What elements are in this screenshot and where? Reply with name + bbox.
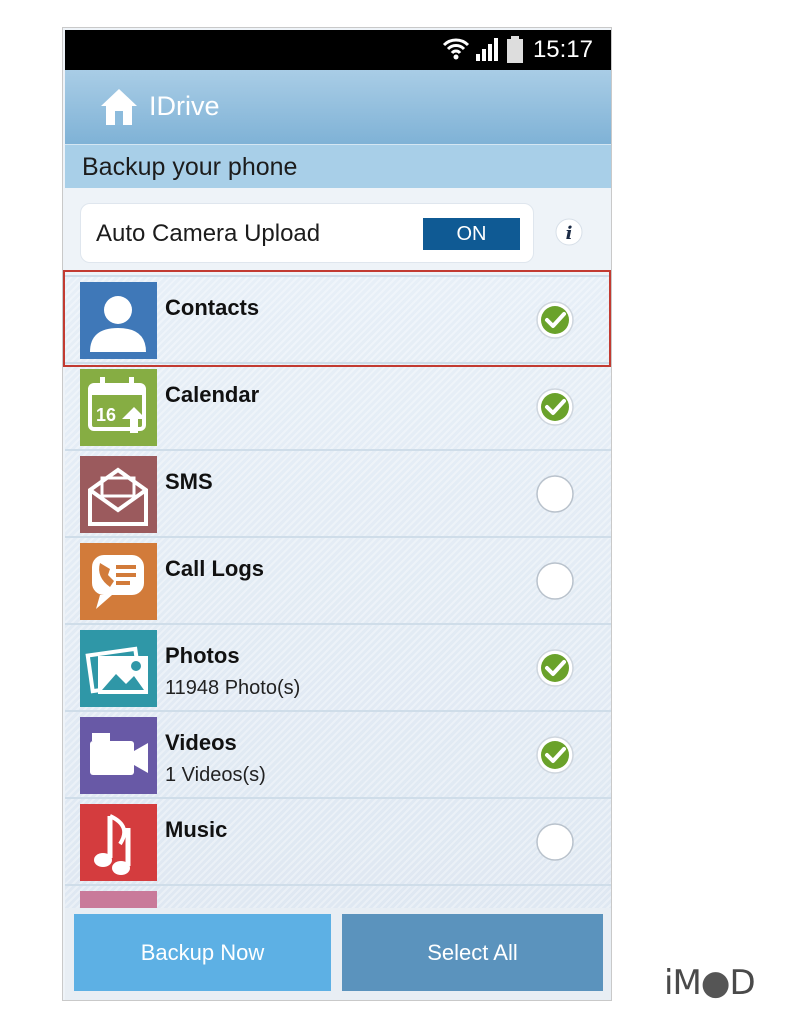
backup-row-calendar[interactable]: 16 Calendar [65,362,611,449]
backup-row-title: Call Logs [165,556,265,581]
checkmark-checked-icon[interactable] [535,300,575,345]
backup-row-contacts[interactable]: Contacts [65,275,611,362]
auto-camera-upload-label: Auto Camera Upload [96,220,321,247]
backup-row-title: Videos [165,730,237,755]
auto-camera-upload-toggle[interactable]: ON [423,218,520,250]
auto-camera-upload-row: Auto Camera Upload ON [80,203,534,263]
svg-text:i: i [566,223,573,244]
battery-icon [507,36,523,63]
select-all-button[interactable]: Select All [342,914,603,991]
backup-now-button[interactable]: Backup Now [74,914,331,991]
watermark-text-end: D [729,963,755,1003]
backup-category-list: Contacts 16 Calendar SMS Call Logs Photos 1194… [65,275,611,915]
imod-watermark-logo: iM●D [664,963,756,1003]
backup-row-title: Calendar [165,382,260,407]
backup-row-title: Music [165,817,228,842]
backup-row-sms[interactable]: SMS [65,449,611,536]
backup-row-call-logs[interactable]: Call Logs [65,536,611,623]
photos-icon [80,630,157,707]
checkmark-unchecked-icon[interactable] [535,474,575,519]
checkmark-unchecked-icon[interactable] [535,822,575,867]
music-icon [80,804,157,881]
phone-screen: 15:17 IDrive Backup your phone Auto Came… [62,27,612,1001]
wifi-icon [442,38,470,60]
app-title: IDrive [149,91,220,121]
checkmark-checked-icon[interactable] [535,387,575,432]
call-logs-icon [80,543,157,620]
watermark-text-start: iM [664,963,702,1003]
section-header: Backup your phone [65,144,611,188]
status-bar: 15:17 [65,30,611,70]
status-time: 15:17 [532,36,593,63]
backup-row-count: 1 Videos(s) [165,764,266,786]
checkmark-checked-icon[interactable] [535,735,575,780]
videos-icon [80,717,157,794]
backup-row-title: Photos [165,643,240,668]
checkmark-checked-icon[interactable] [535,648,575,693]
calendar-icon: 16 [80,369,157,446]
backup-row-videos[interactable]: Videos 1 Videos(s) [65,710,611,797]
checkmark-unchecked-icon[interactable] [535,561,575,606]
backup-row-count: 11948 Photo(s) [165,677,301,699]
info-icon[interactable]: i [555,218,583,246]
signal-icon [476,38,498,61]
contacts-icon [80,282,157,359]
sms-icon [80,456,157,533]
home-icon[interactable] [99,87,139,127]
app-bar: IDrive [65,70,611,144]
backup-row-title: SMS [165,469,213,494]
section-title: Backup your phone [82,153,298,181]
bottom-action-bar: Backup Now Select All [65,908,611,1000]
backup-row-photos[interactable]: Photos 11948 Photo(s) [65,623,611,710]
svg-text:16: 16 [96,405,116,425]
backup-row-music[interactable]: Music [65,797,611,884]
backup-row-title: Contacts [165,295,260,320]
apple-logo-icon: ● [700,963,731,1003]
